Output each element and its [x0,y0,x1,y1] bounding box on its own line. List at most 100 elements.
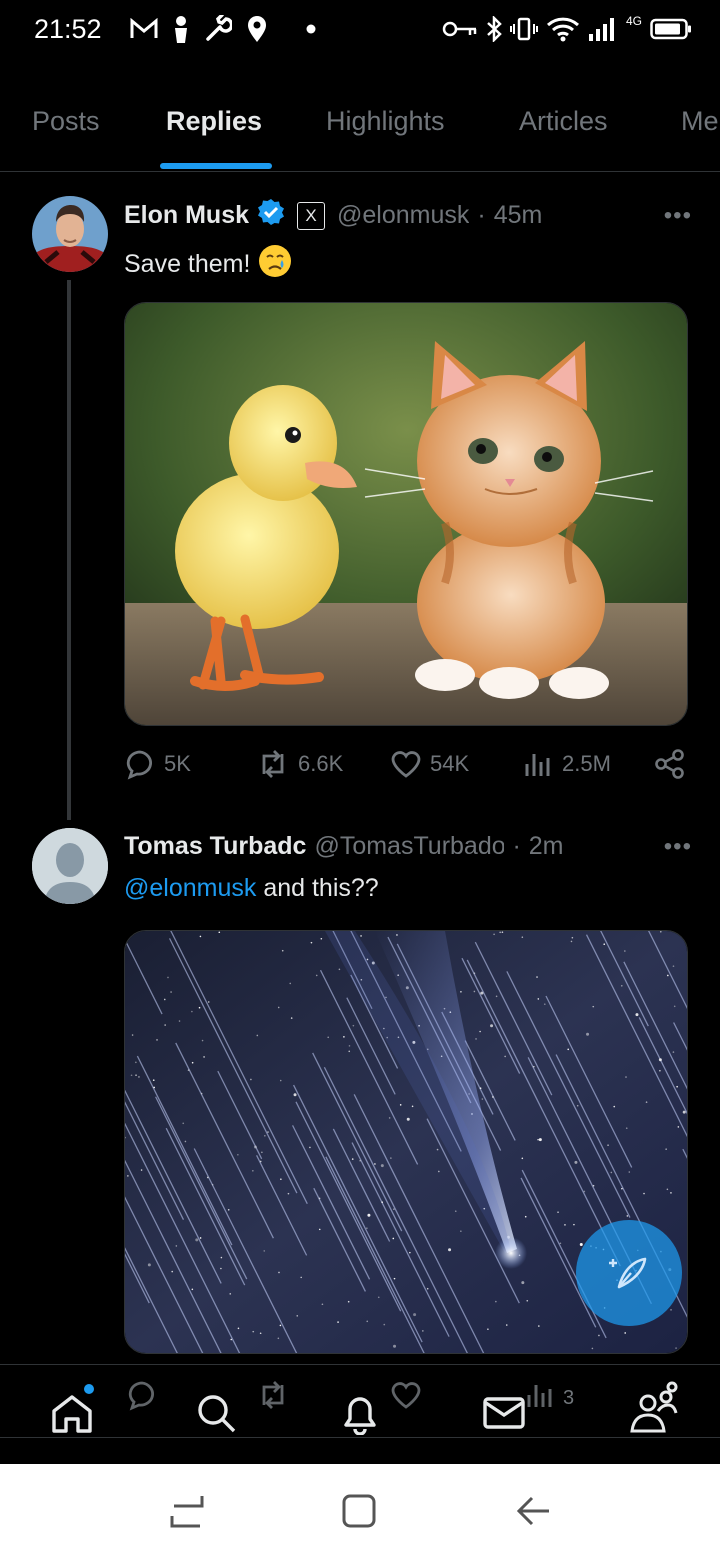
like-button[interactable]: 54K [390,748,469,780]
star [538,1138,542,1142]
star [263,1250,266,1252]
star [460,1230,462,1233]
star [576,1104,579,1107]
tab-highlights[interactable]: Highlights [326,106,445,137]
star [131,1034,134,1036]
nav-messages[interactable] [482,1391,526,1440]
star [573,1223,575,1226]
communities-icon [630,1381,678,1433]
star [367,1213,371,1217]
post-time[interactable]: 2m [529,832,564,861]
star [670,1192,672,1194]
back-button[interactable] [514,1492,552,1535]
star [259,1332,262,1335]
star [613,1105,616,1108]
share-button[interactable] [654,748,686,780]
star [481,1098,484,1100]
star [643,1192,645,1195]
duck-kitten-image [125,303,687,725]
star [237,1327,240,1330]
star [201,1039,204,1042]
author-handle[interactable]: @TomasTurbado55 [314,832,504,861]
ghost-views-count: 3 [563,1387,575,1409]
star [610,1171,613,1174]
mention-link[interactable]: @elonmusk [124,874,256,902]
avatar[interactable] [32,196,108,272]
wifi-icon [546,16,580,42]
star [280,1178,282,1181]
star [229,1293,232,1295]
post-time[interactable]: 45m [494,201,543,230]
star [473,972,476,974]
star [252,1170,254,1172]
star [293,1093,297,1097]
star [570,940,573,943]
star [475,1038,477,1040]
bottom-navigation: 3 [0,1364,720,1438]
star [592,1005,595,1008]
nav-home[interactable] [50,1391,94,1440]
star [366,1227,368,1229]
star [492,1096,494,1098]
repost-button[interactable]: 6.6K [256,748,343,780]
tweet-text-container: Save them! [124,244,292,285]
star [487,1328,489,1330]
star [164,1024,166,1026]
separator: · [477,201,486,229]
star [406,1117,410,1121]
avatar-default[interactable] [32,828,108,904]
star [259,1160,262,1163]
nav-communities[interactable] [626,1379,682,1440]
star [152,1079,155,1081]
star [153,1086,155,1089]
star [624,1332,626,1334]
star [422,1330,424,1332]
star [182,1122,185,1125]
tweet-image-duck-kitten[interactable] [124,302,688,726]
star [667,974,669,977]
star [621,984,623,987]
star [337,1321,339,1323]
author-handle[interactable]: @elonmusk [337,201,469,230]
star [557,1211,559,1214]
ghost-heart-icon [391,1382,421,1409]
star [200,1092,203,1095]
nav-notifications[interactable] [338,1391,382,1440]
star [211,1183,214,1186]
back-arrow-icon [516,1496,549,1526]
star [175,1245,178,1247]
recent-apps-button[interactable] [168,1492,206,1535]
nav-search[interactable] [194,1391,238,1440]
more-options-icon[interactable]: ••• [664,833,692,861]
author-name[interactable]: Tomas Turbadc [124,832,306,861]
star [207,1001,210,1003]
star [393,1277,396,1280]
tab-posts[interactable]: Posts [32,106,100,137]
star [287,1192,290,1195]
home-system-button[interactable] [340,1492,378,1535]
messages-icon [483,1397,525,1429]
star [473,990,476,993]
reply-button[interactable]: 5K [124,748,191,780]
star [267,1131,269,1133]
star [348,1045,351,1047]
ghost-repost-icon [262,1381,284,1409]
more-options-icon[interactable]: ••• [664,202,692,230]
views-button[interactable]: 2.5M [522,748,611,780]
tab-articles[interactable]: Articles [519,106,608,137]
wrench-icon [204,15,232,43]
star [195,1238,199,1242]
star [499,931,501,934]
star [479,1087,482,1089]
x-affiliate-badge-icon[interactable]: X [297,201,326,230]
system-navigation-bar [0,1464,720,1560]
tab-media[interactable]: Me [681,106,719,137]
author-name[interactable]: Elon Musk [124,201,249,230]
compose-fab-button[interactable] [576,1220,682,1326]
tweet-elonmusk[interactable]: Elon Musk X @elonmusk · 45m ••• Save the… [0,172,720,820]
tab-replies[interactable]: Replies [166,106,262,137]
signal-icon [588,16,618,42]
reply-icon [126,750,152,780]
star [126,1345,128,1347]
star [140,1169,143,1171]
